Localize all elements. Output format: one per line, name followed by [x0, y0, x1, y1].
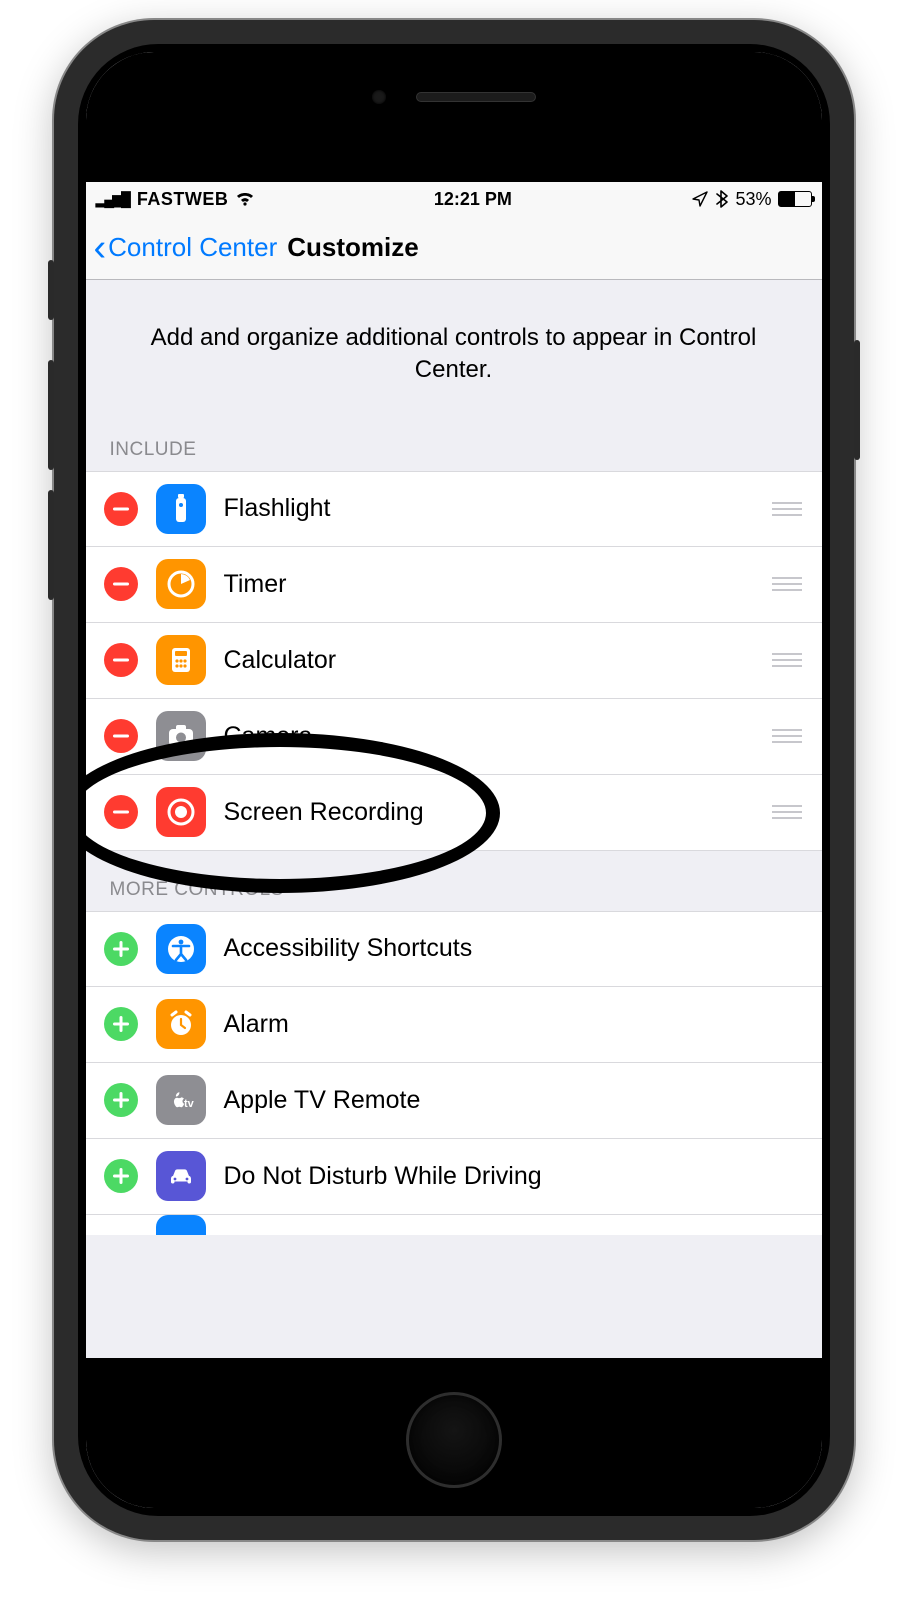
row-label: Do Not Disturb While Driving: [224, 1162, 804, 1191]
wifi-icon: [236, 191, 254, 207]
add-button[interactable]: [104, 1007, 138, 1041]
power-button: [854, 340, 860, 460]
more-row: Accessibility Shortcuts: [86, 911, 822, 987]
remove-button[interactable]: [104, 643, 138, 677]
remove-button[interactable]: [104, 492, 138, 526]
record-icon: [156, 787, 206, 837]
battery-pct: 53%: [735, 189, 771, 210]
add-button[interactable]: [104, 1083, 138, 1117]
appletv-icon: [156, 1075, 206, 1125]
more-list: Accessibility Shortcuts Alarm Apple TV R…: [86, 911, 822, 1235]
nav-bar: ‹ Control Center Customize: [86, 216, 822, 280]
status-bar: ▂▄▆█ FASTWEB 12:21 PM 53%: [86, 182, 822, 216]
back-label: Control Center: [108, 232, 277, 263]
bluetooth-icon: [715, 190, 729, 208]
mute-switch: [48, 260, 54, 320]
remove-button[interactable]: [104, 567, 138, 601]
add-button[interactable]: [104, 932, 138, 966]
row-label: Timer: [224, 570, 770, 599]
flashlight-icon: [156, 484, 206, 534]
include-row: Timer: [86, 547, 822, 623]
row-label: Flashlight: [224, 494, 770, 523]
add-button[interactable]: [104, 1159, 138, 1193]
battery-icon: [778, 191, 812, 207]
location-icon: [691, 190, 709, 208]
phone-frame: ▂▄▆█ FASTWEB 12:21 PM 53% ‹ Control Cent…: [54, 20, 854, 1540]
phone-speaker: [372, 90, 536, 104]
include-row: Flashlight: [86, 471, 822, 547]
more-row: Do Not Disturb While Driving: [86, 1139, 822, 1215]
reorder-handle[interactable]: [770, 577, 804, 591]
volume-down-button: [48, 490, 54, 600]
reorder-handle[interactable]: [770, 502, 804, 516]
partial-icon: [156, 1215, 206, 1235]
reorder-handle[interactable]: [770, 805, 804, 819]
more-row: [86, 1215, 822, 1235]
remove-button[interactable]: [104, 795, 138, 829]
intro-text: Add and organize additional controls to …: [86, 280, 822, 427]
row-label: Apple TV Remote: [224, 1086, 804, 1115]
more-row: Alarm: [86, 987, 822, 1063]
home-button[interactable]: [406, 1392, 502, 1488]
car-icon: [156, 1151, 206, 1201]
carrier-label: FASTWEB: [137, 189, 229, 210]
calculator-icon: [156, 635, 206, 685]
signal-bars-icon: ▂▄▆█: [96, 191, 129, 208]
more-row: Apple TV Remote: [86, 1063, 822, 1139]
volume-up-button: [48, 360, 54, 470]
include-row: Calculator: [86, 623, 822, 699]
camera-icon: [156, 711, 206, 761]
include-row: Camera: [86, 699, 822, 775]
reorder-handle[interactable]: [770, 729, 804, 743]
timer-icon: [156, 559, 206, 609]
row-label: Camera: [224, 722, 770, 751]
remove-button[interactable]: [104, 719, 138, 753]
include-row: Screen Recording: [86, 775, 822, 851]
back-button[interactable]: ‹ Control Center: [94, 232, 278, 263]
page-title: Customize: [287, 232, 418, 263]
row-label: Alarm: [224, 1010, 804, 1039]
section-header-include: INCLUDE: [86, 427, 822, 471]
row-label: Accessibility Shortcuts: [224, 934, 804, 963]
reorder-handle[interactable]: [770, 653, 804, 667]
row-label: Calculator: [224, 646, 770, 675]
row-label: Screen Recording: [224, 798, 770, 827]
accessibility-icon: [156, 924, 206, 974]
status-time: 12:21 PM: [254, 189, 691, 210]
alarm-icon: [156, 999, 206, 1049]
section-header-more: MORE CONTROLS: [86, 851, 822, 911]
include-list: Flashlight Timer Calculator Camera Scree…: [86, 471, 822, 851]
